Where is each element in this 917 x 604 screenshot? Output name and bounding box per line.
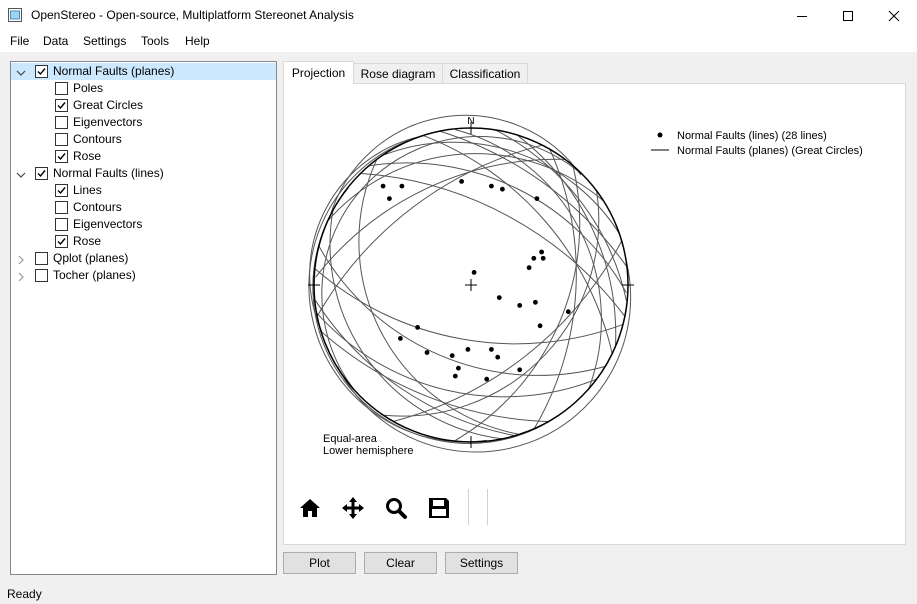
tree-item-label: Contours: [73, 132, 122, 146]
tree-item-label: Normal Faults (lines): [53, 166, 164, 180]
close-button[interactable]: [871, 0, 917, 31]
maximize-button[interactable]: [825, 0, 871, 31]
toolbar-separator: [468, 489, 469, 525]
checkbox-checked[interactable]: [35, 65, 48, 78]
tree-item[interactable]: Contours: [11, 199, 276, 216]
checkbox-unchecked[interactable]: [55, 82, 68, 95]
tree-item[interactable]: Eigenvectors: [11, 216, 276, 233]
tree-item[interactable]: Rose: [11, 148, 276, 165]
tree-item[interactable]: Rose: [11, 233, 276, 250]
maximize-icon: [843, 10, 853, 21]
pan-icon[interactable]: [340, 495, 366, 521]
checkbox-checked[interactable]: [55, 150, 68, 163]
tree-item-label: Qplot (planes): [53, 251, 129, 265]
tree-item[interactable]: Great Circles: [11, 97, 276, 114]
checkbox-checked[interactable]: [55, 99, 68, 112]
title-bar: OpenStereo - Open-source, Multiplatform …: [0, 0, 917, 31]
menu-data[interactable]: Data: [43, 34, 68, 48]
chevron-right-icon[interactable]: [16, 254, 26, 265]
checkbox-unchecked[interactable]: [55, 201, 68, 214]
tree-item-label: Rose: [73, 234, 102, 248]
tree-item[interactable]: Tocher (planes): [11, 267, 276, 284]
checkbox-unchecked[interactable]: [55, 116, 68, 129]
tab-projection[interactable]: Projection: [283, 61, 354, 84]
chevron-right-icon[interactable]: [16, 271, 26, 282]
tree-item[interactable]: Eigenvectors: [11, 114, 276, 131]
checkbox-unchecked[interactable]: [55, 218, 68, 231]
settings-button[interactable]: Settings: [445, 552, 518, 574]
checkbox-unchecked[interactable]: [35, 252, 48, 265]
zoom-icon[interactable]: [383, 495, 409, 521]
checkbox-unchecked[interactable]: [35, 269, 48, 282]
checkbox-unchecked[interactable]: [55, 133, 68, 146]
tree-item-label: Eigenvectors: [73, 217, 143, 231]
tree-item[interactable]: Normal Faults (planes): [11, 63, 276, 80]
tree-item[interactable]: Poles: [11, 80, 276, 97]
projection-panel: [283, 83, 906, 545]
tree-item-label: Rose: [73, 149, 102, 163]
menu-help[interactable]: Help: [185, 34, 210, 48]
toolbar-separator: [487, 489, 488, 525]
status-text: Ready: [7, 587, 42, 601]
checkbox-checked[interactable]: [35, 167, 48, 180]
app-icon: [8, 8, 22, 22]
clear-button[interactable]: Clear: [364, 552, 437, 574]
dataset-tree[interactable]: Normal Faults (planes) Poles Great Circles…: [10, 61, 277, 575]
tree-item-label: Eigenvectors: [73, 115, 143, 129]
tree-item-label: Normal Faults (planes): [53, 64, 175, 78]
tree-item[interactable]: Lines: [11, 182, 276, 199]
tree-item-label: Tocher (planes): [53, 268, 136, 282]
tree-item[interactable]: Qplot (planes): [11, 250, 276, 267]
chevron-down-icon[interactable]: [16, 67, 26, 77]
menu-file[interactable]: File: [10, 34, 29, 48]
tab-classification[interactable]: Classification: [442, 63, 528, 84]
checkbox-checked[interactable]: [55, 184, 68, 197]
tree-item-label: Contours: [73, 200, 122, 214]
menu-settings[interactable]: Settings: [83, 34, 126, 48]
tree-item-label: Great Circles: [73, 98, 144, 112]
menu-bar: File Data Settings Tools Help: [0, 31, 917, 52]
window-title: OpenStereo - Open-source, Multiplatform …: [31, 8, 354, 22]
save-icon[interactable]: [426, 495, 452, 521]
tree-item[interactable]: Normal Faults (lines): [11, 165, 276, 182]
chevron-down-icon[interactable]: [16, 169, 26, 179]
minimize-button[interactable]: [779, 0, 825, 31]
tree-item-label: Lines: [73, 183, 102, 197]
tab-rose-diagram[interactable]: Rose diagram: [353, 63, 443, 84]
home-icon[interactable]: [297, 495, 323, 521]
tree-item-label: Poles: [73, 81, 104, 95]
minimize-icon: [797, 15, 807, 17]
menu-tools[interactable]: Tools: [141, 34, 169, 48]
plot-button[interactable]: Plot: [283, 552, 356, 574]
close-icon: [888, 10, 900, 21]
checkbox-checked[interactable]: [55, 235, 68, 248]
tree-item[interactable]: Contours: [11, 131, 276, 148]
